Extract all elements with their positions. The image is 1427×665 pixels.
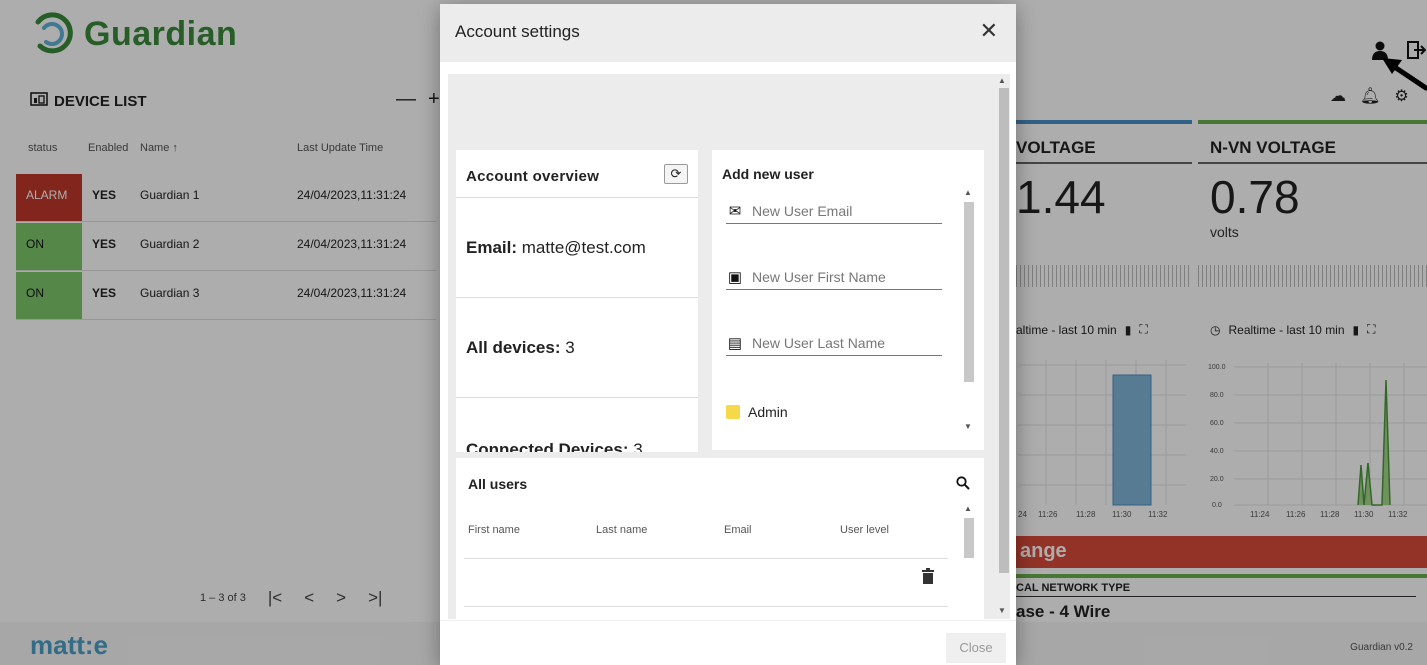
connected-row: Connected Devices: 3 <box>456 398 698 452</box>
add-user-card: Add new user ✉ New User Email ▣ New User… <box>712 150 984 450</box>
admin-checkbox-row[interactable]: Admin <box>726 404 788 420</box>
scroll-up-icon[interactable]: ▲ <box>964 504 972 513</box>
new-user-last-name-field[interactable]: ▤ New User Last Name <box>726 330 942 356</box>
all-users-title: All users <box>468 476 528 492</box>
envelope-icon: ✉ <box>728 202 742 220</box>
connected-label: Connected Devices: <box>466 440 629 452</box>
admin-label: Admin <box>748 404 788 420</box>
admin-checkbox[interactable] <box>726 405 740 419</box>
connected-value: 3 <box>633 440 643 452</box>
close-icon[interactable]: ✕ <box>980 18 998 44</box>
first-name-placeholder: New User First Name <box>752 268 886 285</box>
trash-icon[interactable] <box>922 568 934 584</box>
email-line: Email: matte@test.com <box>466 238 646 258</box>
account-overview-title: Account overview <box>466 168 600 185</box>
col-user-level[interactable]: User level <box>840 524 889 536</box>
devices-row: All devices: 3 <box>456 298 698 398</box>
divider <box>464 606 948 607</box>
id-badge-icon: ▣ <box>727 268 743 286</box>
close-button[interactable]: Close <box>946 633 1006 663</box>
refresh-button[interactable]: ⟳ <box>664 164 688 184</box>
dialog-title: Account settings <box>455 22 580 41</box>
add-user-title: Add new user <box>722 166 814 182</box>
scrollbar-thumb[interactable] <box>964 202 974 382</box>
devices-label: All devices: <box>466 338 561 357</box>
refresh-icon: ⟳ <box>670 166 682 181</box>
users-scrollbar[interactable]: ▲ <box>962 502 976 619</box>
search-icon[interactable] <box>956 476 970 495</box>
scroll-up-icon[interactable]: ▲ <box>998 76 1006 85</box>
devices-value: 3 <box>565 338 575 357</box>
scrollbar-thumb[interactable] <box>964 518 974 558</box>
dialog-footer: Close <box>440 620 1016 665</box>
new-user-first-name-field[interactable]: ▣ New User First Name <box>726 264 942 290</box>
col-last-name[interactable]: Last name <box>596 524 647 536</box>
scrollbar-thumb[interactable] <box>999 88 1009 573</box>
account-settings-dialog: Account settings ✕ ▲ ▼ Account overview … <box>440 4 1016 665</box>
pointer-arrow-icon <box>1382 58 1427 91</box>
dialog-scrollbar[interactable]: ▲ ▼ <box>996 74 1010 619</box>
new-user-email-field[interactable]: ✉ New User Email <box>726 198 942 224</box>
divider <box>464 558 948 559</box>
scroll-down-icon[interactable]: ▼ <box>964 422 972 431</box>
last-name-placeholder: New User Last Name <box>752 334 886 351</box>
email-label: Email: <box>466 238 518 257</box>
account-overview-card: Account overview ⟳ Email: matte@test.com… <box>456 150 698 452</box>
dialog-header: Account settings ✕ <box>440 4 1016 62</box>
dialog-body[interactable]: ▲ ▼ Account overview ⟳ Email: matte@test… <box>448 74 1010 619</box>
col-first-name[interactable]: First name <box>468 524 520 536</box>
account-overview-header: Account overview ⟳ <box>456 150 698 198</box>
col-email[interactable]: Email <box>724 524 752 536</box>
add-user-scrollbar[interactable]: ▲ ▼ <box>962 186 976 434</box>
email-value: matte@test.com <box>521 238 646 257</box>
clipboard-icon: ▤ <box>727 334 743 352</box>
scroll-down-icon[interactable]: ▼ <box>998 606 1006 615</box>
devices-line: All devices: 3 <box>466 338 575 358</box>
email-row: Email: matte@test.com <box>456 198 698 298</box>
all-users-card: All users First name Last name Email Use… <box>456 458 984 619</box>
connected-line: Connected Devices: 3 <box>466 440 643 452</box>
email-placeholder: New User Email <box>752 202 853 219</box>
scroll-up-icon[interactable]: ▲ <box>964 188 972 197</box>
